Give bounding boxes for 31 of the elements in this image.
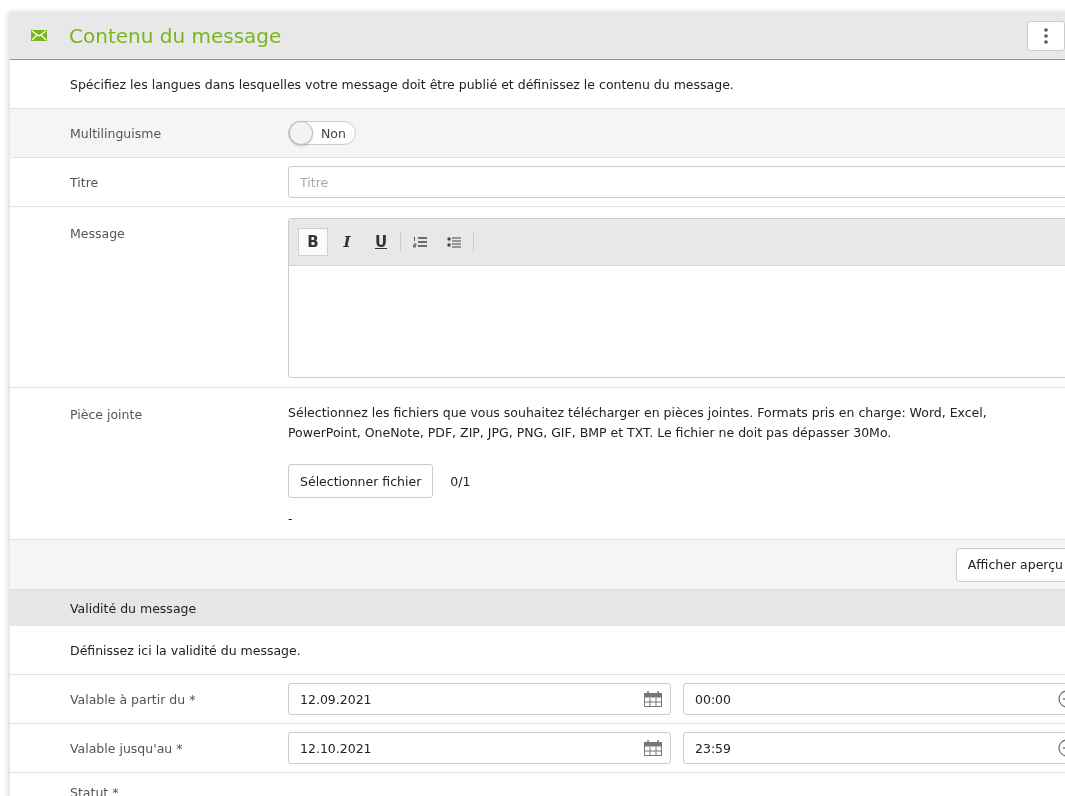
file-count: 0/1: [450, 473, 471, 489]
file-name: -: [288, 511, 294, 526]
italic-button[interactable]: I: [332, 228, 362, 256]
attachment-help-text: Sélectionnez les fichiers que vous souhaitez télécharger en pièces jointes. Formats pris en charge: Word, Excel, PowerPoint, OneNote, PDF, ZIP, JPG, PNG, GIF, BMP et TXT. Le fichier ne doit pas dépasser 30Mo.: [288, 404, 988, 442]
time-field[interactable]: 23:59: [683, 732, 1065, 764]
field-label: Multilinguisme: [69, 125, 163, 141]
more-icon: [1044, 27, 1048, 44]
title-input[interactable]: Titre: [288, 166, 1065, 198]
section-description: Définissez ici la validité du message.: [10, 626, 1065, 675]
text-editor[interactable]: B I U: [288, 218, 1065, 378]
panel-title: Contenu du message: [69, 23, 283, 48]
time-field[interactable]: 00:00: [683, 683, 1065, 715]
field-label: Valable à partir du *: [69, 691, 197, 707]
date-field[interactable]: 12.10.2021: [288, 732, 671, 764]
field-label: Titre: [69, 174, 100, 190]
field-label: Message: [69, 225, 126, 241]
toggle-switch[interactable]: Non: [288, 121, 356, 145]
field-label: Valable jusqu'au *: [69, 740, 184, 756]
bold-button[interactable]: B: [298, 228, 328, 256]
date-field[interactable]: 12.09.2021: [288, 683, 671, 715]
preview-button[interactable]: Afficher aperçu: [955, 547, 1065, 582]
select-file-button[interactable]: Sélectionner fichier: [288, 464, 434, 498]
field-label: Pièce jointe: [69, 406, 144, 422]
menu-button[interactable]: [1027, 20, 1065, 51]
bullet-list-icon: [447, 236, 461, 248]
numbered-list-icon: [413, 236, 427, 248]
underline-button[interactable]: U: [366, 228, 396, 256]
calendar-icon: [644, 691, 662, 707]
calendar-icon: [644, 740, 662, 756]
section-header: Validité du message: [10, 590, 1065, 626]
envelope-icon: [31, 30, 47, 41]
